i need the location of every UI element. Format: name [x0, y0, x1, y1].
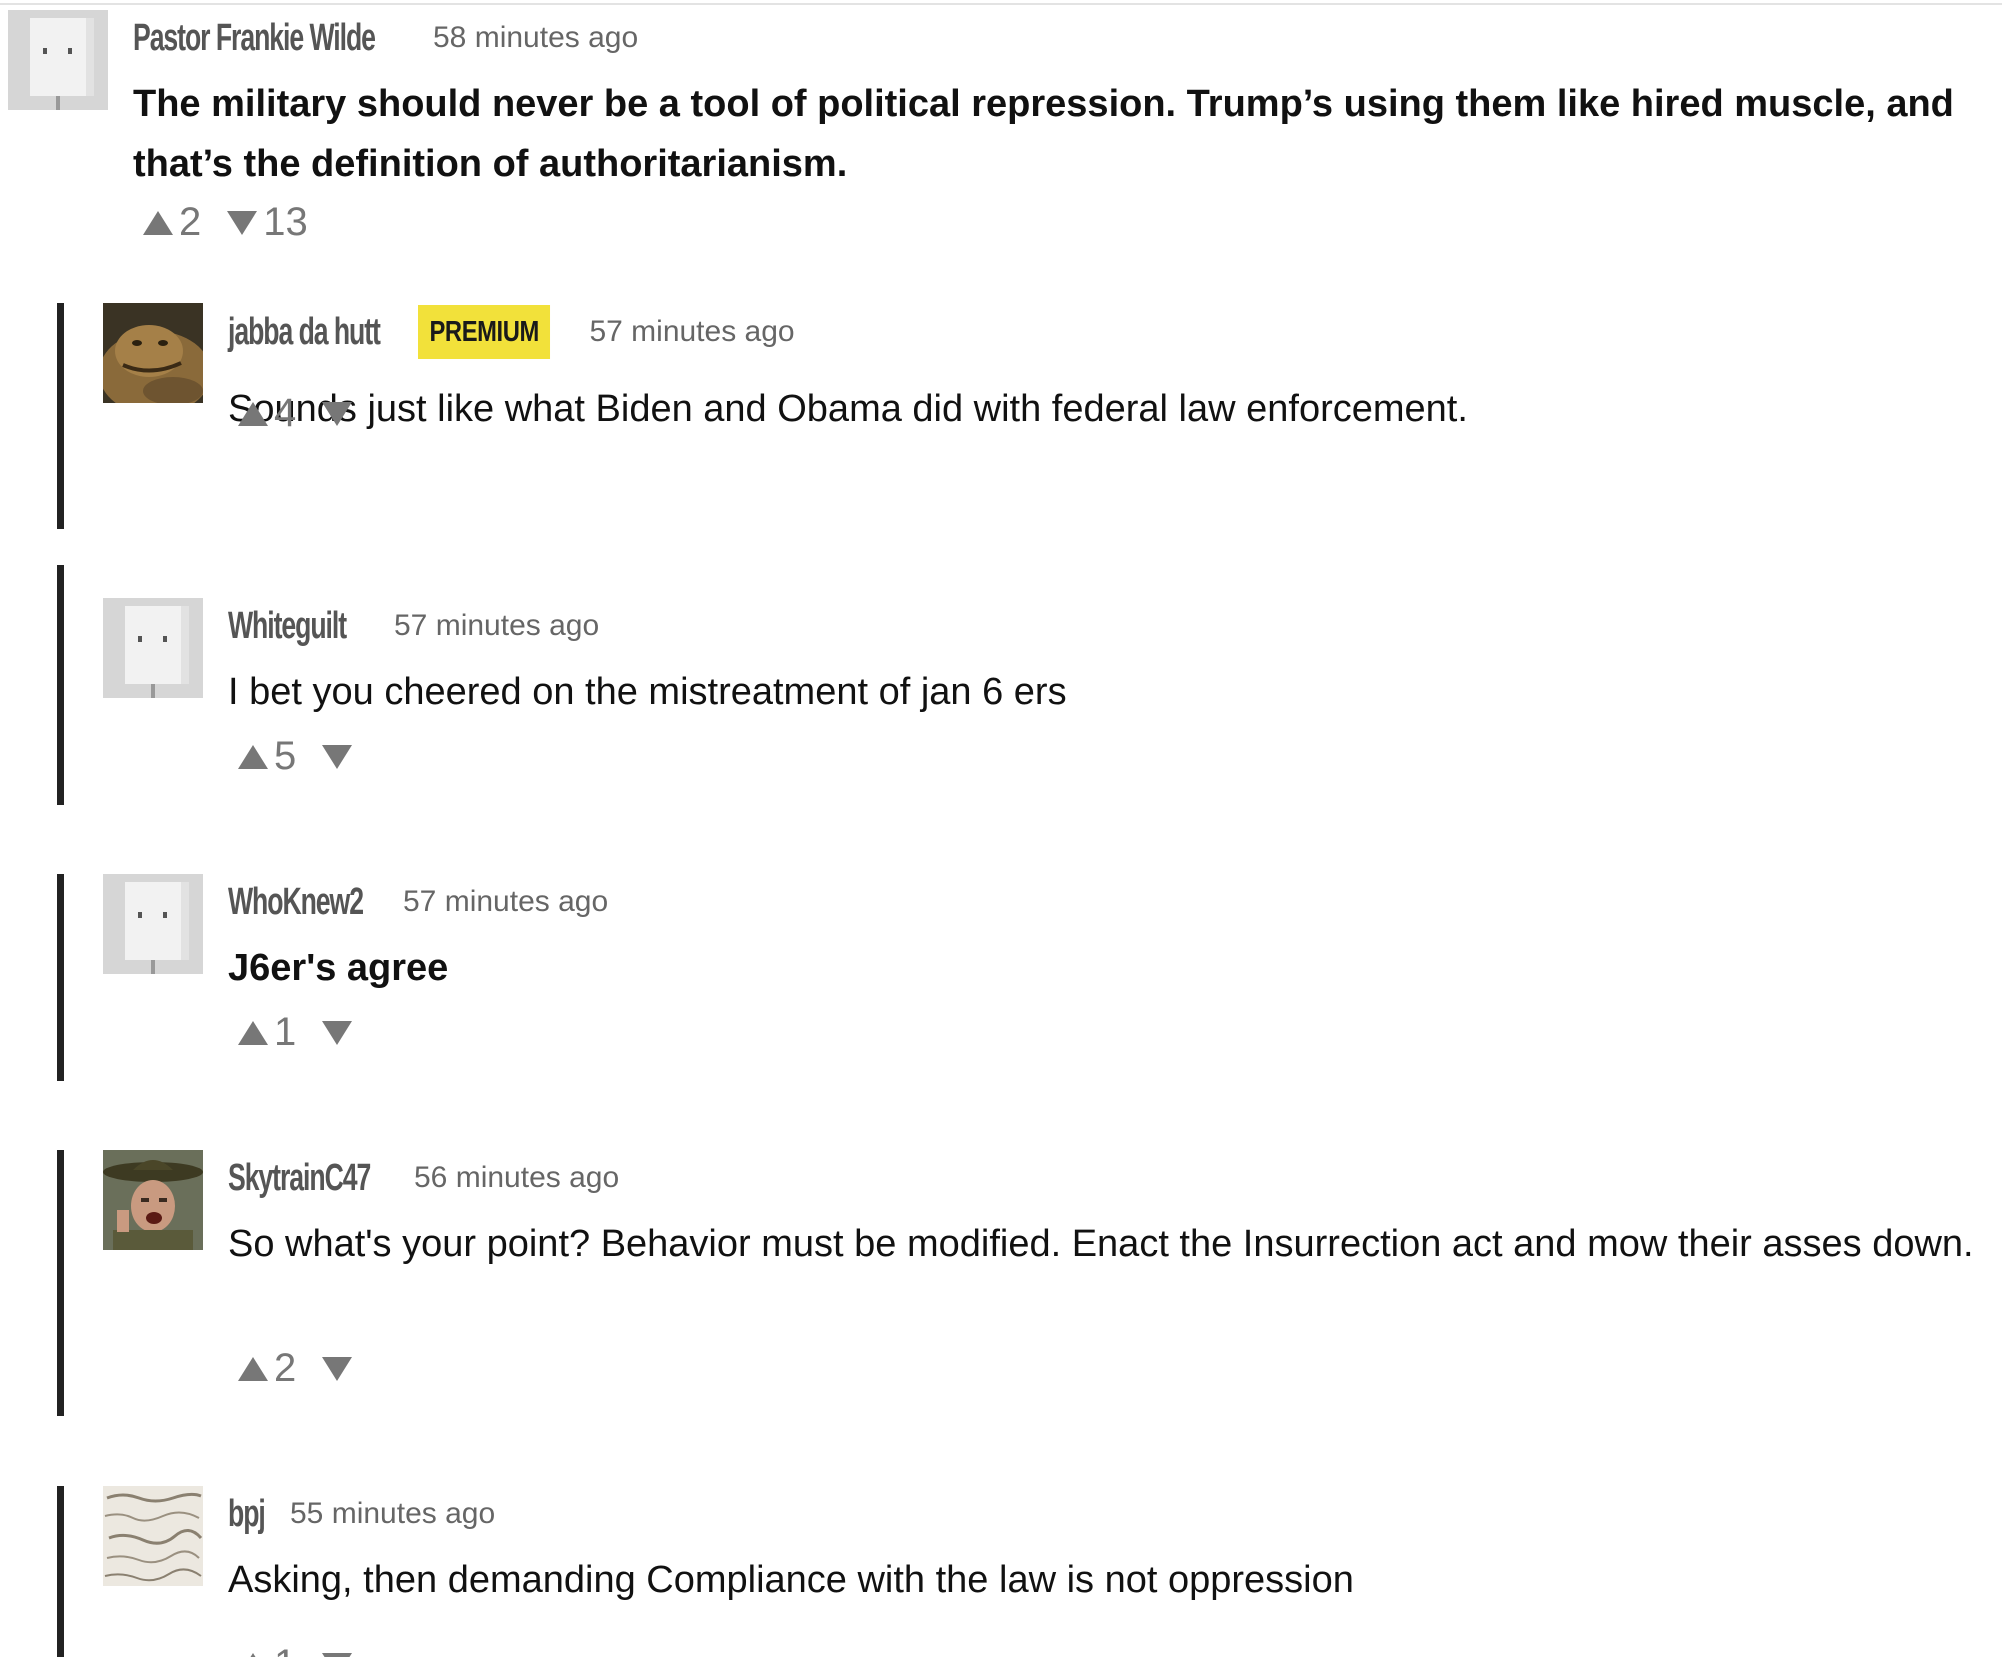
- downvote-icon: [227, 210, 258, 235]
- comment-text: The military should never be a tool of p…: [133, 83, 1954, 185]
- vote-bar: 1: [238, 1642, 368, 1657]
- reply-item: SkytrainC47 56 minutes ago So what's you…: [103, 1150, 1983, 1416]
- jabba-avatar-icon[interactable]: [103, 303, 203, 403]
- downvote-icon: [322, 1020, 353, 1045]
- comment-timestamp[interactable]: 57 minutes ago: [403, 885, 608, 919]
- comment-timestamp[interactable]: 57 minutes ago: [394, 609, 599, 643]
- comment-text: J6er's agree: [228, 947, 449, 989]
- upvote-button[interactable]: 4: [238, 391, 296, 436]
- reply-item: Whiteguilt 57 minutes ago I bet you chee…: [103, 598, 1983, 805]
- upvote-count: 4: [274, 391, 297, 435]
- comment-author[interactable]: Whiteguilt: [228, 605, 347, 648]
- upvote-icon: [238, 1356, 268, 1381]
- downvote-button[interactable]: [322, 1356, 368, 1381]
- comment-timestamp[interactable]: 58 minutes ago: [433, 21, 638, 55]
- top-divider: [0, 3, 2002, 5]
- comment-text: So what's your point? Behavior must be m…: [228, 1223, 1974, 1265]
- downvote-button[interactable]: [322, 401, 368, 426]
- vote-bar: 2: [238, 1346, 368, 1391]
- comment-author[interactable]: SkytrainC47: [228, 1157, 371, 1200]
- downvote-button[interactable]: [322, 1020, 368, 1045]
- reply-item: bpj 55 minutes ago Asking, then demandin…: [103, 1486, 1983, 1657]
- comment-timestamp[interactable]: 57 minutes ago: [589, 315, 794, 349]
- thread-line: [57, 1486, 64, 1657]
- downvote-count: 13: [263, 200, 308, 244]
- comment-item: Pastor Frankie Wilde 58 minutes ago The …: [8, 10, 1988, 250]
- upvote-button[interactable]: 2: [238, 1346, 296, 1391]
- upvote-count: 2: [179, 200, 202, 244]
- premium-badge: PREMIUM: [418, 305, 551, 359]
- upvote-count: 5: [274, 734, 297, 778]
- thread-line: [57, 303, 64, 529]
- drill-sergeant-avatar-icon[interactable]: [103, 1150, 203, 1250]
- upvote-icon: [238, 744, 268, 769]
- downvote-button[interactable]: [322, 744, 368, 769]
- paper-bag-avatar-icon[interactable]: [103, 874, 203, 974]
- vote-bar: 4: [238, 391, 368, 436]
- upvote-icon: [143, 210, 173, 235]
- comment-text: Sounds just like what Biden and Obama di…: [228, 388, 1468, 430]
- upvote-button[interactable]: 2: [143, 200, 201, 245]
- downvote-icon: [322, 401, 353, 426]
- comment-text: I bet you cheered on the mistreatment of…: [228, 671, 1067, 713]
- upvote-button[interactable]: 1: [238, 1010, 296, 1055]
- reply-item: jabba da hutt PREMIUM 57 minutes ago Sou…: [103, 303, 1983, 529]
- thread-line: [57, 1150, 64, 1416]
- downvote-icon: [322, 1652, 353, 1657]
- reply-item: WhoKnew2 57 minutes ago J6er's agree 1: [103, 874, 1983, 1081]
- thread-line: [57, 874, 64, 1081]
- vote-bar: 1: [238, 1010, 368, 1055]
- upvote-icon: [238, 1020, 268, 1045]
- downvote-icon: [322, 1356, 353, 1381]
- upvote-icon: [238, 1652, 268, 1657]
- comment-timestamp[interactable]: 56 minutes ago: [414, 1161, 619, 1195]
- upvote-count: 2: [274, 1346, 297, 1390]
- paper-bag-avatar-icon[interactable]: [103, 598, 203, 698]
- comment-author[interactable]: bpj: [228, 1493, 266, 1536]
- upvote-button[interactable]: 1: [238, 1642, 296, 1657]
- downvote-icon: [322, 744, 353, 769]
- thread-line: [57, 565, 64, 805]
- vote-bar: 5: [238, 734, 368, 779]
- comment-timestamp[interactable]: 55 minutes ago: [290, 1497, 495, 1531]
- downvote-button[interactable]: 13: [227, 200, 308, 245]
- comment-author[interactable]: jabba da hutt: [228, 311, 381, 354]
- handwriting-avatar-icon[interactable]: [103, 1486, 203, 1586]
- comment-author[interactable]: Pastor Frankie Wilde: [133, 17, 376, 60]
- upvote-count: 1: [274, 1010, 297, 1054]
- upvote-button[interactable]: 5: [238, 734, 296, 779]
- paper-bag-avatar-icon[interactable]: [8, 10, 108, 110]
- comment-text: Asking, then demanding Compliance with t…: [228, 1559, 1354, 1601]
- downvote-button[interactable]: [322, 1652, 368, 1657]
- comment-author[interactable]: WhoKnew2: [228, 881, 364, 924]
- upvote-icon: [238, 401, 268, 426]
- vote-bar: 2 13: [143, 200, 308, 245]
- upvote-count: 1: [274, 1642, 296, 1657]
